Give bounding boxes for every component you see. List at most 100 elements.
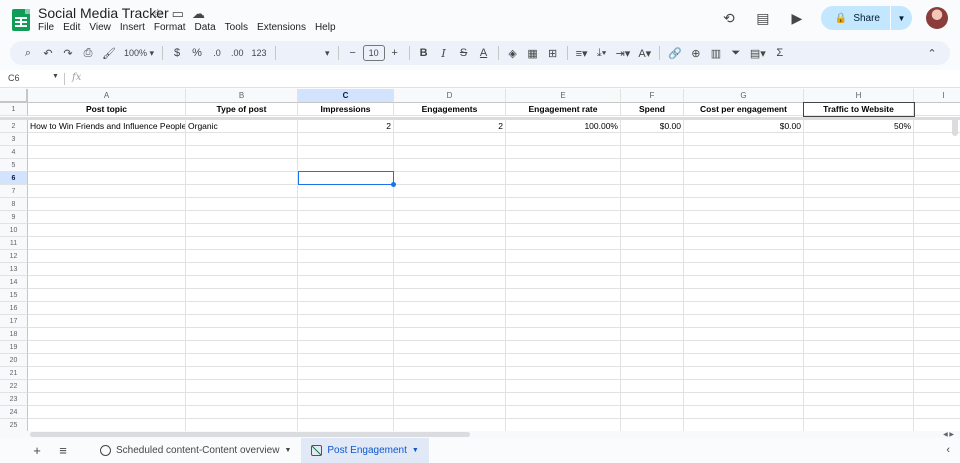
- cell[interactable]: [394, 289, 506, 302]
- cell[interactable]: [28, 393, 186, 406]
- menu-edit[interactable]: Edit: [63, 22, 80, 33]
- cell[interactable]: [28, 211, 186, 224]
- cell[interactable]: [28, 198, 186, 211]
- cell[interactable]: [684, 380, 804, 393]
- cell[interactable]: [804, 198, 914, 211]
- cell[interactable]: [684, 250, 804, 263]
- cell[interactable]: [186, 419, 298, 431]
- cell[interactable]: [298, 224, 394, 237]
- cell[interactable]: [298, 263, 394, 276]
- explore-collapse-icon[interactable]: ‹: [946, 444, 950, 456]
- cell[interactable]: [804, 237, 914, 250]
- caret-down-icon[interactable]: ▼: [412, 447, 419, 454]
- cell[interactable]: [684, 289, 804, 302]
- cell[interactable]: [914, 250, 960, 263]
- cell[interactable]: [394, 328, 506, 341]
- percent-format-button[interactable]: %: [187, 43, 207, 63]
- fill-handle[interactable]: [391, 182, 396, 187]
- row-header[interactable]: 3: [0, 133, 28, 146]
- cell[interactable]: [914, 185, 960, 198]
- cell[interactable]: [186, 341, 298, 354]
- cell[interactable]: [804, 146, 914, 159]
- cell[interactable]: [804, 159, 914, 172]
- cell[interactable]: [28, 276, 186, 289]
- row-header[interactable]: 12: [0, 250, 28, 263]
- row-header[interactable]: 10: [0, 224, 28, 237]
- cell[interactable]: [621, 185, 684, 198]
- account-avatar[interactable]: [926, 7, 948, 29]
- cell[interactable]: [804, 406, 914, 419]
- cell[interactable]: [684, 224, 804, 237]
- bold-icon[interactable]: B: [414, 43, 434, 63]
- cell[interactable]: [621, 159, 684, 172]
- cell[interactable]: [914, 393, 960, 406]
- cell[interactable]: [804, 224, 914, 237]
- cell[interactable]: [684, 419, 804, 431]
- horizontal-align-icon[interactable]: ≡▾: [572, 43, 592, 63]
- cell[interactable]: [621, 315, 684, 328]
- cell[interactable]: [914, 237, 960, 250]
- merge-cells-icon[interactable]: ⊞: [543, 43, 563, 63]
- cell[interactable]: [684, 198, 804, 211]
- cell[interactable]: [621, 276, 684, 289]
- cell[interactable]: [804, 328, 914, 341]
- cell[interactable]: [28, 185, 186, 198]
- menu-insert[interactable]: Insert: [120, 22, 145, 33]
- cell[interactable]: [684, 133, 804, 146]
- cell[interactable]: [394, 367, 506, 380]
- caret-down-icon[interactable]: ▼: [284, 447, 291, 454]
- share-dropdown-button[interactable]: ▼: [890, 6, 912, 30]
- cell[interactable]: [914, 211, 960, 224]
- cell[interactable]: [298, 341, 394, 354]
- cell[interactable]: [186, 224, 298, 237]
- cell[interactable]: [394, 406, 506, 419]
- increase-font-size-button[interactable]: +: [385, 43, 405, 63]
- row-header[interactable]: 7: [0, 185, 28, 198]
- insert-chart-icon[interactable]: ▥: [706, 43, 726, 63]
- history-icon[interactable]: ⟲: [719, 8, 739, 28]
- header-cell-engagements[interactable]: Engagements: [394, 103, 506, 116]
- cell[interactable]: [506, 185, 621, 198]
- cell[interactable]: [506, 276, 621, 289]
- cell[interactable]: [186, 263, 298, 276]
- cell[interactable]: [914, 367, 960, 380]
- cell[interactable]: [914, 354, 960, 367]
- cell[interactable]: [28, 289, 186, 302]
- vertical-align-icon[interactable]: ⤓▾: [592, 43, 612, 63]
- cell[interactable]: [684, 276, 804, 289]
- cell[interactable]: [914, 289, 960, 302]
- column-header-c[interactable]: C: [298, 89, 394, 103]
- functions-icon[interactable]: Σ: [770, 43, 790, 63]
- cell[interactable]: [186, 159, 298, 172]
- menu-format[interactable]: Format: [154, 22, 186, 33]
- cell[interactable]: [298, 419, 394, 431]
- data-cell-type-of-post[interactable]: Organic: [186, 120, 298, 133]
- cell[interactable]: [804, 419, 914, 431]
- header-cell-post-topic[interactable]: Post topic: [28, 103, 186, 116]
- cell[interactable]: [914, 224, 960, 237]
- cell[interactable]: [506, 211, 621, 224]
- text-wrapping-icon[interactable]: ⇥▾: [612, 43, 635, 63]
- row-header[interactable]: 5: [0, 159, 28, 172]
- move-folder-icon[interactable]: ▭: [172, 6, 184, 22]
- row-header[interactable]: 20: [0, 354, 28, 367]
- cell[interactable]: [186, 328, 298, 341]
- cell[interactable]: [804, 250, 914, 263]
- cell[interactable]: [684, 146, 804, 159]
- text-rotation-icon[interactable]: A▾: [634, 43, 655, 63]
- cell[interactable]: [914, 276, 960, 289]
- header-cell-type-of-post[interactable]: Type of post: [186, 103, 298, 116]
- cell[interactable]: [621, 406, 684, 419]
- data-cell-impressions[interactable]: 2: [298, 120, 394, 133]
- cell[interactable]: [186, 289, 298, 302]
- cell[interactable]: [804, 302, 914, 315]
- cell[interactable]: [28, 224, 186, 237]
- select-all-corner[interactable]: [0, 89, 28, 103]
- cell[interactable]: [621, 393, 684, 406]
- cell[interactable]: [804, 263, 914, 276]
- column-header-a[interactable]: A: [28, 89, 186, 103]
- cell[interactable]: [506, 328, 621, 341]
- cell[interactable]: [394, 354, 506, 367]
- document-title[interactable]: Social Media Tracker: [38, 5, 169, 21]
- sheet-tab-scheduled-content[interactable]: Scheduled content-Content overview ▼: [90, 438, 301, 463]
